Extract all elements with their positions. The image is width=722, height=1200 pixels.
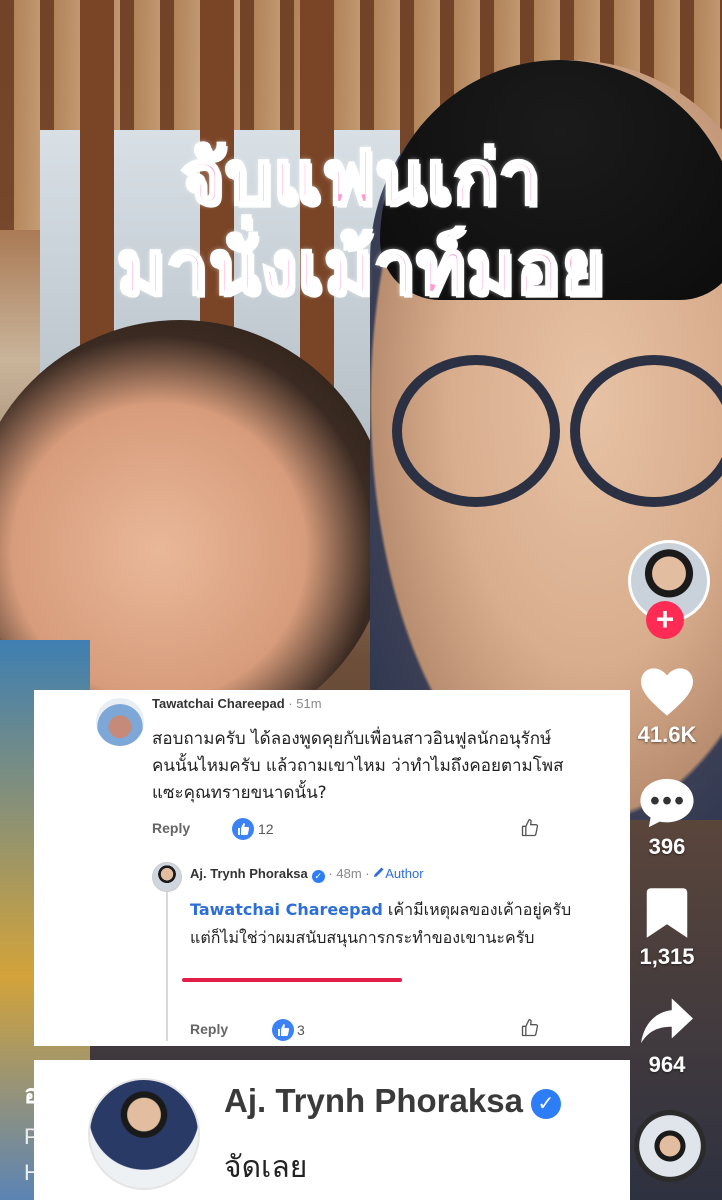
reply-time: 48m (336, 866, 362, 881)
profile-header: Aj. Trynh Phoraksa ✓ (224, 1082, 561, 1120)
reply-reply-link: Reply (190, 1021, 229, 1037)
commenter-header: Tawatchai Chareepad · 51m (152, 696, 322, 711)
author-badge: Author (373, 866, 424, 881)
comment-button[interactable]: 396 (626, 776, 708, 860)
like-reaction-icon (272, 1019, 294, 1041)
reply-text-line1: เค้ามีเหตุผลของเค้าอยู่ครับ (387, 900, 572, 919)
music-disc[interactable] (634, 1110, 706, 1182)
bookmark-count: 1,315 (639, 944, 695, 969)
verified-icon: ✓ (311, 870, 325, 883)
separator-dot: · (365, 866, 370, 881)
comment-icon (640, 778, 694, 828)
red-underline-mark (182, 978, 402, 982)
like-reaction-icon (232, 818, 254, 840)
share-count: 964 (648, 1052, 686, 1077)
follow-button[interactable]: + (646, 601, 684, 639)
reply-text-line2: แต่ก็ไม่ใช่ว่าผมสนับสนุนการกระทำของเขานะ… (190, 928, 535, 947)
comment-like-count: 12 (258, 821, 274, 837)
thumbs-up-icon (521, 1019, 539, 1037)
thumbs-up-icon (521, 819, 539, 837)
commenter-avatar (96, 698, 144, 746)
comment-time: 51m (296, 696, 322, 711)
reply-like-count: 3 (297, 1022, 305, 1038)
bookmark-button[interactable]: 1,315 (626, 886, 708, 970)
pencil-icon (374, 867, 384, 877)
comment-text: สอบถามครับ ได้ลองพูดคุยกับเพื่อนสาวอินฟู… (152, 729, 564, 803)
profile-reply-screenshot: Aj. Trynh Phoraksa ✓ จัดเลย (34, 1060, 630, 1200)
video-overlay-title-line2: มานั่งเม้าท์มอย (115, 224, 606, 313)
reply-author-avatar (152, 862, 182, 892)
facebook-comment-screenshot: Tawatchai Chareepad · 51m สอบถามครับ ได้… (34, 690, 630, 1046)
verified-icon: ✓ (530, 1089, 561, 1119)
author-badge-label: Author (385, 866, 424, 881)
profile-name: Aj. Trynh Phoraksa (224, 1082, 523, 1119)
comment-reply-link: Reply (152, 820, 191, 836)
thread-line (166, 886, 168, 1041)
thumbs-up-icon (278, 1024, 290, 1036)
like-button[interactable]: 41.6K (626, 666, 708, 748)
like-count: 41.6K (637, 722, 697, 747)
separator-dot: · (288, 696, 293, 711)
reply-author-name: Aj. Trynh Phoraksa (190, 866, 308, 881)
thumbs-up-icon (238, 823, 250, 835)
share-button[interactable]: 964 (626, 996, 708, 1078)
reply-text: Tawatchai Chareepad เค้ามีเหตุผลของเค้าอ… (190, 896, 580, 952)
reply-mention: Tawatchai Chareepad (190, 900, 383, 919)
commenter-name: Tawatchai Chareepad (152, 696, 285, 711)
bookmark-icon (646, 888, 688, 938)
profile-avatar (88, 1078, 200, 1190)
share-icon (641, 998, 693, 1044)
profile-reply-text: จัดเลย (224, 1150, 308, 1185)
comment-count: 396 (648, 834, 686, 859)
heart-icon (641, 668, 693, 716)
glasses-left-lens (392, 355, 560, 507)
reply-header: Aj. Trynh Phoraksa ✓ · 48m · Author (190, 866, 424, 883)
separator-dot: · (328, 866, 333, 881)
